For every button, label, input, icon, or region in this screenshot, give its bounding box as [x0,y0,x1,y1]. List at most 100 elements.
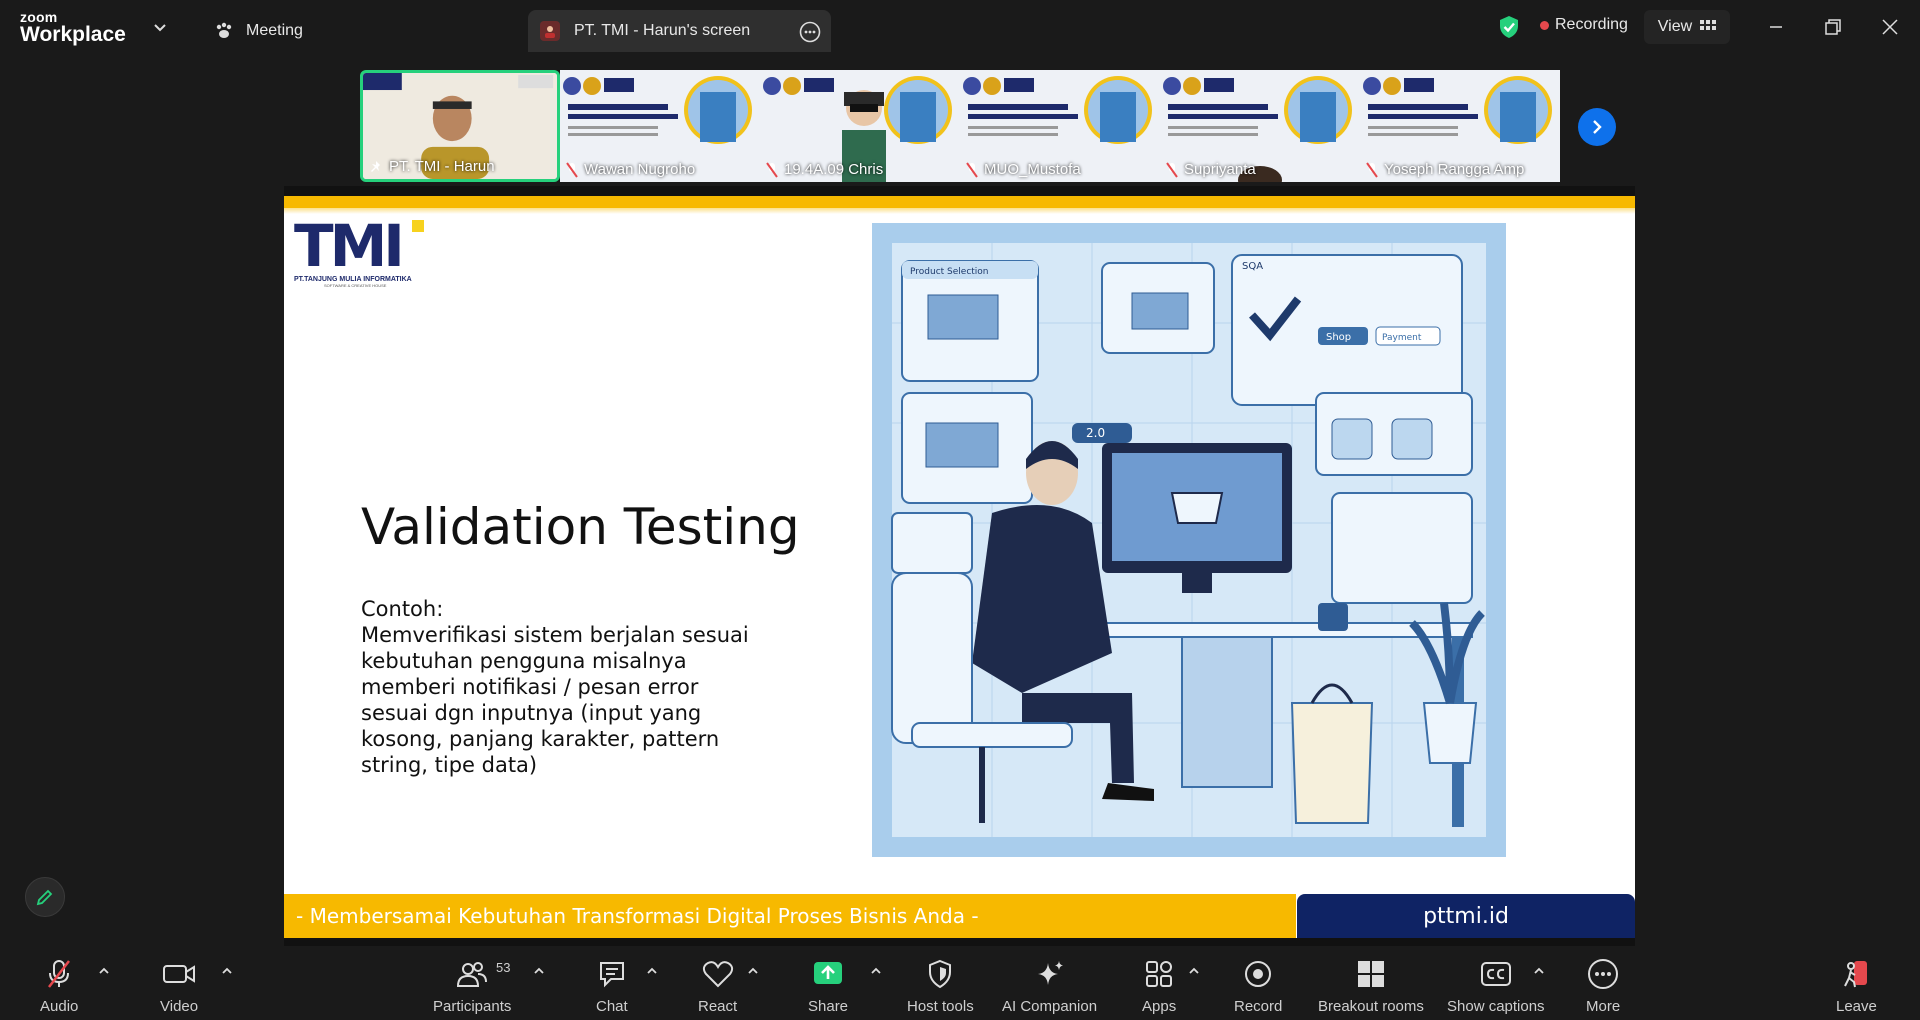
participant-name: MUO_Mustofa [966,161,1081,178]
breakout-rooms-label: Breakout rooms [1318,998,1424,1015]
breakout-rooms-button[interactable]: Breakout rooms [1318,958,1424,1015]
video-label: Video [160,998,199,1015]
muted-mic-icon [966,161,978,178]
react-label: React [698,998,738,1015]
recording-label: Recording [1555,16,1628,33]
participant-thumbnail[interactable]: Supriyanta [1160,70,1360,182]
apps-label: Apps [1142,998,1177,1015]
slide-footer-tagline: - Membersamai Kebutuhan Transformasi Dig… [284,894,1296,938]
leave-icon [1844,961,1868,988]
encryption-shield-icon[interactable] [1498,15,1520,39]
participant-name: 19.4A.09 Chris [766,161,883,178]
record-label: Record [1234,998,1283,1015]
restore-icon[interactable] [1822,16,1844,38]
slide-body-text: Memverifikasi sistem berjalan sesuai keb… [361,623,749,777]
share-label: Share [808,998,849,1015]
illus-rating: 2.0 [1086,426,1105,440]
chat-bubble-icon [599,962,624,988]
participant-thumbnail[interactable]: MUO_Mustofa [960,70,1160,182]
slide-yellow-fade [284,208,1635,214]
logo-tagline: SOFTWARE & CREATIVE HOUSE [324,283,387,288]
participants-label: Participants [433,998,512,1015]
next-page-button[interactable] [1578,108,1616,146]
slide-body: Contoh: Memverifikasi sistem berjalan se… [361,596,761,778]
audio-options-caret-icon[interactable] [98,966,110,976]
slide-yellow-band [284,196,1635,208]
tmi-logo: TMI PT.TANJUNG MULIA INFORMATIKA SOFTWAR… [294,212,424,298]
share-options-caret-icon[interactable] [870,966,882,976]
more-button[interactable]: More [1586,958,1620,1015]
participants-icon [457,962,488,987]
leave-button[interactable]: Leave [1836,958,1877,1015]
grid-view-icon [1700,20,1717,30]
participant-count: 53 [496,960,511,975]
participant-name: Yoseph Rangga Amp [1366,161,1524,178]
illus-payment: Payment [1382,333,1422,343]
pin-icon [371,160,380,172]
captions-options-caret-icon[interactable] [1533,966,1545,976]
participant-thumbnail[interactable]: PT. TMI - Harun [360,70,560,182]
muted-mic-icon [1166,161,1178,178]
more-options-icon[interactable] [799,21,821,43]
shield-icon [929,959,952,989]
record-button[interactable]: Record [1234,958,1282,1015]
slide-bottom-border [284,938,1635,946]
participants-options-caret-icon[interactable] [533,966,545,976]
slide-body-label: Contoh: [361,597,444,621]
recording-indicator[interactable]: Recording [1540,16,1628,34]
chat-button[interactable]: Chat [596,958,628,1015]
participant-name: Supriyanta [1166,161,1256,178]
brand-top: zoom [20,9,58,25]
muted-mic-icon [566,161,578,178]
title-bar: zoom Workplace Meeting PT. TMI - Harun's… [0,0,1920,56]
muted-mic-icon [1366,161,1378,178]
react-button[interactable]: React [698,958,737,1015]
heart-icon [702,961,733,988]
video-camera-icon [163,965,196,983]
apps-icon [1146,961,1173,987]
show-captions-label: Show captions [1447,998,1545,1015]
react-options-caret-icon[interactable] [747,966,759,976]
close-icon[interactable] [1879,16,1901,38]
paw-icon [216,22,232,38]
logo-mark: TMI [294,212,405,280]
chevron-right-icon [1593,120,1602,134]
view-label: View [1657,18,1693,35]
pencil-icon [36,889,53,906]
more-label: More [1586,998,1621,1015]
apps-button[interactable]: Apps [1142,958,1176,1015]
audio-label: Audio [40,998,79,1015]
video-options-caret-icon[interactable] [221,966,233,976]
ai-companion-label: AI Companion [1002,998,1098,1015]
audio-button[interactable]: Audio [40,958,78,1015]
annotate-button[interactable] [25,877,65,917]
participant-thumbnail[interactable]: Wawan Nugroho [560,70,760,182]
participant-thumbnail[interactable]: Yoseph Rangga Amp [1360,70,1560,182]
more-icon [1588,959,1619,989]
chat-options-caret-icon[interactable] [646,966,658,976]
logo-company: PT.TANJUNG MULIA INFORMATIKA [294,276,412,283]
show-captions-button[interactable]: Show captions [1447,958,1545,1015]
host-tools-button[interactable]: Host tools [907,958,974,1015]
ai-companion-button[interactable]: AI Companion [1002,958,1097,1015]
illus-sqa-title: SQA [1242,261,1263,272]
illus-product-selection: Product Selection [910,267,989,277]
muted-mic-icon [766,161,778,178]
view-button[interactable]: View [1644,10,1730,44]
apps-options-caret-icon[interactable] [1188,966,1200,976]
video-button[interactable]: Video [160,958,198,1015]
muted-mic-icon [48,960,71,988]
tab-meeting[interactable]: Meeting [210,10,510,52]
share-button[interactable]: Share [808,958,848,1015]
zoom-workplace-logo[interactable]: zoom Workplace [20,10,126,45]
tab-screen-label: PT. TMI - Harun's screen [574,22,751,39]
tab-shared-screen[interactable]: PT. TMI - Harun's screen [528,10,831,52]
minimize-icon[interactable] [1765,16,1787,38]
illus-shop: Shop [1326,332,1351,343]
chevron-down-icon[interactable] [152,19,168,35]
shared-screen-slide[interactable]: TMI PT.TANJUNG MULIA INFORMATIKA SOFTWAR… [284,186,1635,946]
logo-square [412,220,424,232]
participant-thumbnail[interactable]: 19.4A.09 Chris [760,70,960,182]
recording-dot-icon [1540,20,1549,30]
meeting-toolbar: Audio Video Participants 53 Chat React S… [0,948,1920,1020]
